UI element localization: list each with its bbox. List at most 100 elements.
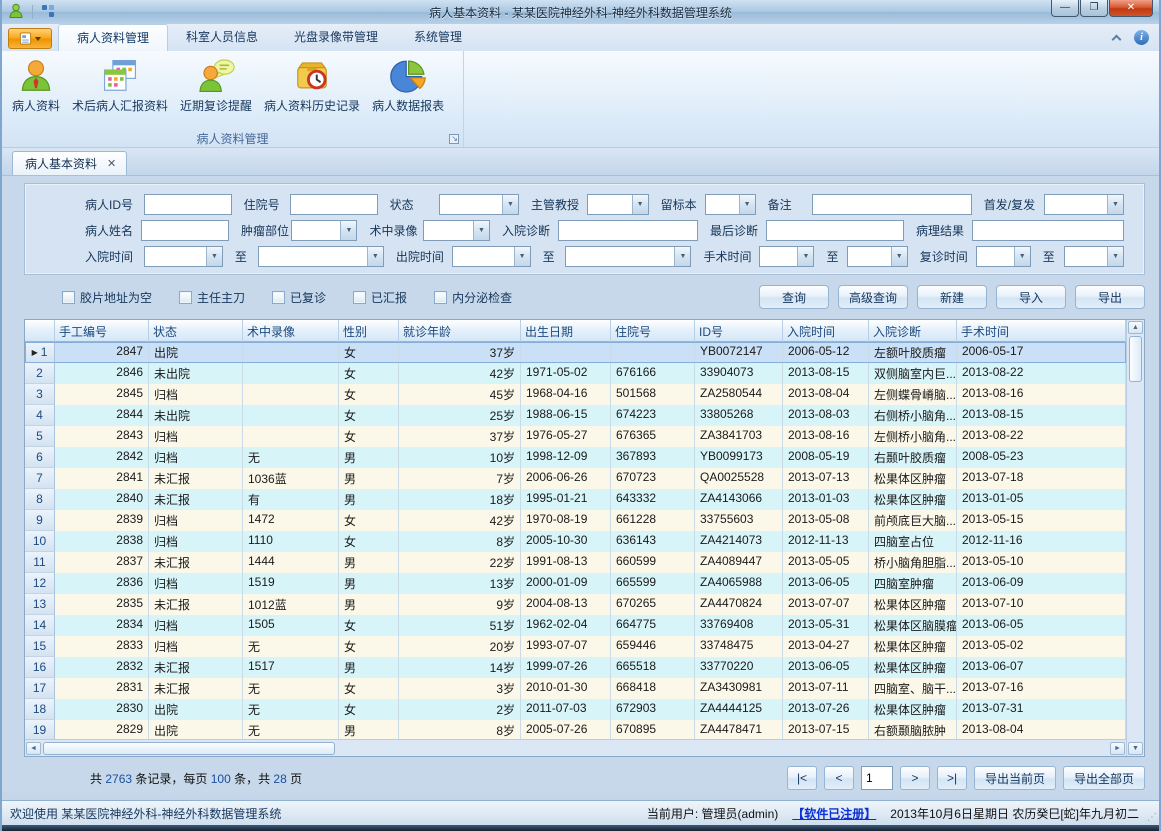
ribbon-tab-0[interactable]: 病人资料管理 (58, 24, 168, 51)
filter-combo-0-2[interactable]: ▼ (439, 194, 519, 215)
combo-dropdown-icon[interactable]: ▼ (739, 195, 755, 214)
ribbon-tab-2[interactable]: 光盘录像带管理 (276, 24, 396, 51)
app-menu-button[interactable] (8, 28, 52, 49)
minimize-button[interactable]: — (1051, 0, 1079, 17)
filter-combo-1-2[interactable]: ▼ (423, 220, 489, 241)
column-header-5[interactable]: 就诊年龄 (399, 320, 521, 342)
group-expander-icon[interactable]: ↘ (449, 134, 459, 144)
checkbox-icon[interactable] (62, 291, 75, 304)
table-row[interactable]: 162832未汇报1517男14岁1999-07-266655183377022… (25, 657, 1126, 678)
info-icon[interactable]: i (1134, 30, 1149, 45)
vertical-scrollbar[interactable]: ▲ ▼ (1126, 320, 1144, 756)
filter-combo-2-5[interactable]: ▼ (847, 246, 907, 267)
page-input[interactable] (861, 766, 893, 790)
filter-checkbox-0[interactable]: 胶片地址为空 (62, 289, 152, 306)
column-header-11[interactable]: 手术时间 (957, 320, 1126, 342)
export-all-pages-button[interactable]: 导出全部页 (1063, 766, 1145, 790)
combo-dropdown-icon[interactable]: ▼ (1014, 247, 1030, 266)
checkbox-icon[interactable] (272, 291, 285, 304)
combo-dropdown-icon[interactable]: ▼ (340, 221, 356, 240)
filter-input-0-1[interactable] (290, 194, 378, 215)
filter-checkbox-4[interactable]: 内分泌检查 (434, 289, 512, 306)
resize-grip[interactable]: ⋰ (1147, 812, 1156, 823)
collapse-ribbon-icon[interactable] (1112, 34, 1122, 44)
scroll-up-icon[interactable]: ▲ (1128, 321, 1143, 334)
ribbon-button-postop-report[interactable]: 术后病人汇报资料 (66, 54, 174, 116)
filter-combo-2-1[interactable]: ▼ (258, 246, 384, 267)
table-row[interactable]: 32845归档女45岁1968-04-16501568ZA25805442013… (25, 384, 1126, 405)
ribbon-button-history-record[interactable]: 病人资料历史记录 (258, 54, 366, 116)
next-page-button[interactable]: > (900, 766, 930, 790)
column-header-10[interactable]: 入院诊断 (869, 320, 957, 342)
filter-input-0-5[interactable] (812, 194, 972, 215)
filter-combo-2-0[interactable]: ▼ (144, 246, 223, 267)
table-row[interactable]: 102838归档1110女8岁2005-10-30636143ZA4214073… (25, 531, 1126, 552)
ribbon-button-revisit-reminder[interactable]: 近期复诊提醒 (174, 54, 258, 116)
combo-dropdown-icon[interactable]: ▼ (797, 247, 813, 266)
table-row[interactable]: 72841未汇报1036蓝男7岁2006-06-26670723QA002552… (25, 468, 1126, 489)
combo-dropdown-icon[interactable]: ▼ (502, 195, 518, 214)
ribbon-button-patient-data[interactable]: 病人资料 (6, 54, 66, 116)
combo-dropdown-icon[interactable]: ▼ (1107, 247, 1123, 266)
table-row[interactable]: 52843归档女37岁1976-05-27676365ZA38417032013… (25, 426, 1126, 447)
table-row[interactable]: 92839归档1472女42岁1970-08-19661228337556032… (25, 510, 1126, 531)
filter-input-0-0[interactable] (144, 194, 232, 215)
maximize-button[interactable]: ❐ (1080, 0, 1108, 17)
table-row[interactable]: 22846未出院女42岁1971-05-02676166339040732013… (25, 363, 1126, 384)
table-row[interactable]: 182830出院无女2岁2011-07-03672903ZA4444125201… (25, 699, 1126, 720)
filter-combo-0-6[interactable]: ▼ (1044, 194, 1124, 215)
table-row[interactable]: 42844未出院女25岁1988-06-15674223338052682013… (25, 405, 1126, 426)
horizontal-scrollbar[interactable]: ◄ ► (25, 739, 1126, 756)
table-row[interactable]: 152833归档无女20岁1993-07-0765944633748475201… (25, 636, 1126, 657)
export-button[interactable]: 导出 (1075, 285, 1145, 309)
import-button[interactable]: 导入 (996, 285, 1066, 309)
column-header-3[interactable]: 术中录像 (243, 320, 339, 342)
column-header-6[interactable]: 出生日期 (521, 320, 611, 342)
combo-dropdown-icon[interactable]: ▼ (473, 221, 489, 240)
new-button[interactable]: 新建 (917, 285, 987, 309)
close-tab-icon[interactable]: ✕ (107, 157, 116, 170)
vertical-scroll-thumb[interactable] (1129, 336, 1142, 382)
combo-dropdown-icon[interactable]: ▼ (206, 247, 222, 266)
filter-combo-2-7[interactable]: ▼ (1064, 246, 1124, 267)
column-header-4[interactable]: 性别 (339, 320, 399, 342)
combo-dropdown-icon[interactable]: ▼ (891, 247, 907, 266)
export-current-page-button[interactable]: 导出当前页 (974, 766, 1056, 790)
filter-combo-2-4[interactable]: ▼ (759, 246, 814, 267)
tab-patient-basic-data[interactable]: 病人基本资料 ✕ (12, 151, 127, 175)
ribbon-tab-3[interactable]: 系统管理 (396, 24, 480, 51)
filter-combo-0-4[interactable]: ▼ (705, 194, 756, 215)
first-page-button[interactable]: |< (787, 766, 817, 790)
filter-combo-2-6[interactable]: ▼ (976, 246, 1031, 267)
table-row[interactable]: 192829出院无男8岁2005-07-26670895ZA4478471201… (25, 720, 1126, 739)
combo-dropdown-icon[interactable]: ▼ (514, 247, 530, 266)
column-header-7[interactable]: 住院号 (611, 320, 695, 342)
filter-combo-2-2[interactable]: ▼ (452, 246, 531, 267)
table-row[interactable]: 122836归档1519男13岁2000-01-09665599ZA406598… (25, 573, 1126, 594)
table-row[interactable]: ▶12847出院女37岁YB00721472006-05-12左额叶胶质瘤200… (25, 342, 1126, 363)
scroll-left-icon[interactable]: ◄ (26, 742, 41, 755)
table-row[interactable]: 142834归档1505女51岁1962-02-0466477533769408… (25, 615, 1126, 636)
filter-input-1-5[interactable] (972, 220, 1124, 241)
ribbon-tab-1[interactable]: 科室人员信息 (168, 24, 276, 51)
registered-link[interactable]: 【软件已注册】 (792, 805, 876, 822)
filter-input-1-4[interactable] (766, 220, 904, 241)
table-row[interactable]: 112837未汇报1444男22岁1991-08-13660599ZA40894… (25, 552, 1126, 573)
table-row[interactable]: 62842归档无男10岁1998-12-09367893YB0099173200… (25, 447, 1126, 468)
checkbox-icon[interactable] (179, 291, 192, 304)
table-row[interactable]: 82840未汇报有男18岁1995-01-21643332ZA414306620… (25, 489, 1126, 510)
column-header-1[interactable]: 手工编号 (55, 320, 149, 342)
close-button[interactable]: ✕ (1109, 0, 1153, 17)
combo-dropdown-icon[interactable]: ▼ (674, 247, 690, 266)
query-button[interactable]: 查询 (759, 285, 829, 309)
ribbon-button-data-report[interactable]: 病人数据报表 (366, 54, 450, 116)
filter-checkbox-2[interactable]: 已复诊 (272, 289, 326, 306)
filter-checkbox-1[interactable]: 主任主刀 (179, 289, 245, 306)
scroll-right-icon[interactable]: ► (1110, 742, 1125, 755)
combo-dropdown-icon[interactable]: ▼ (1107, 195, 1123, 214)
filter-input-1-0[interactable] (141, 220, 229, 241)
header-indicator-cell[interactable] (25, 320, 55, 342)
combo-dropdown-icon[interactable]: ▼ (367, 247, 383, 266)
prev-page-button[interactable]: < (824, 766, 854, 790)
column-header-2[interactable]: 状态 (149, 320, 243, 342)
